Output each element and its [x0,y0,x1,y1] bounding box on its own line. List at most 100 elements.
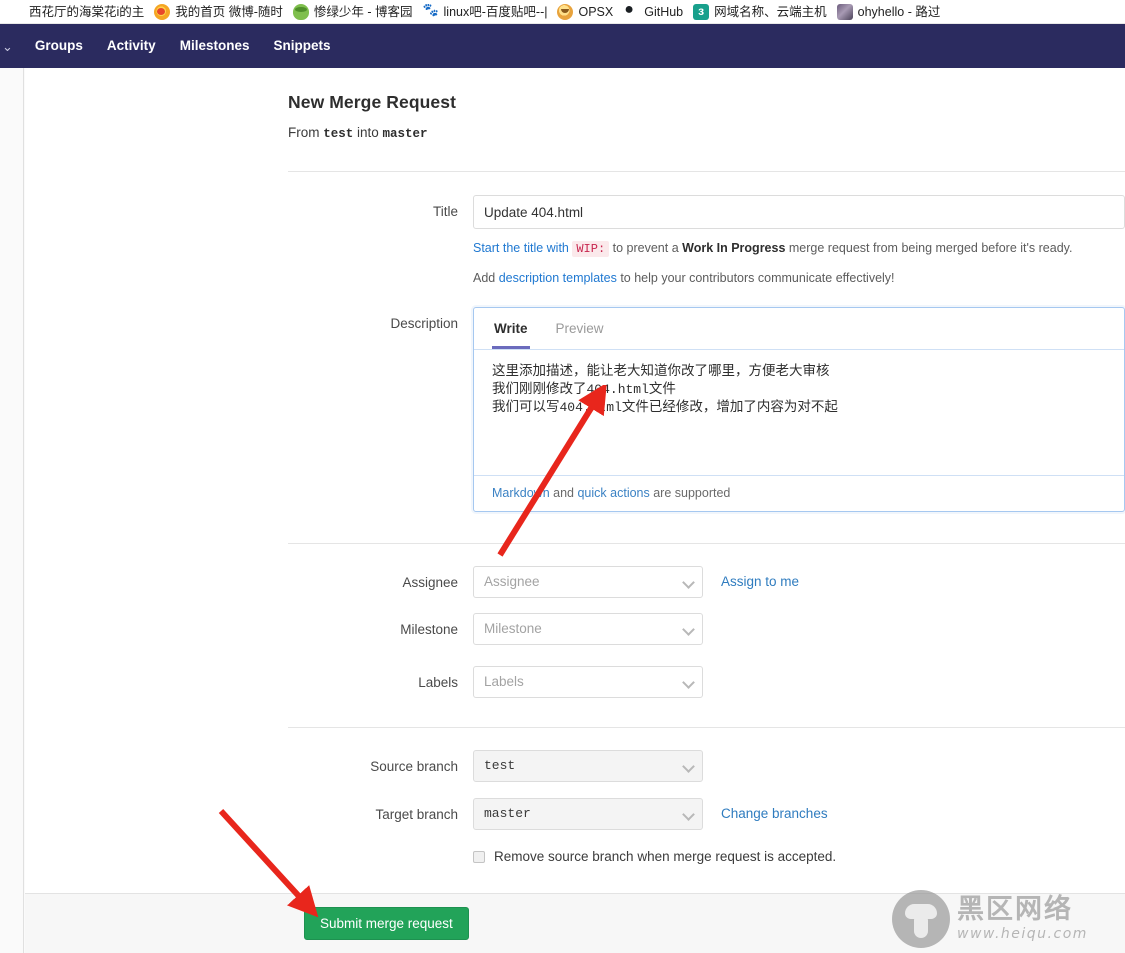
chevron-down-icon [684,678,693,687]
target-branch-row: Target branch master Change branches [288,798,1125,832]
assignee-select[interactable]: Assignee [473,566,703,598]
labels-select[interactable]: Labels [473,666,703,698]
labels-row: Labels Labels [288,666,1125,700]
bookmark-label: 我的首页 微博-随时 [175,4,283,19]
divider-2 [288,543,1125,544]
remove-source-branch-checkbox-row[interactable]: Remove source branch when merge request … [473,849,1125,864]
templates-hint-pre: Add [473,271,499,285]
tab-write[interactable]: Write [492,321,530,349]
merge-request-form: New Merge Request From test into master … [288,68,1125,864]
chevron-down-icon [684,578,693,587]
nav-item-snippets[interactable]: Snippets [261,24,342,68]
editor-tab-bar: Write Preview [474,308,1124,350]
teal-icon [693,3,710,20]
title-label: Title [432,204,458,219]
title-row: Title Start the title with WIP: to preve… [288,195,1125,287]
description-line-2: 我们刚刚修改了404.html文件 [492,380,1106,399]
tab-preview[interactable]: Preview [554,321,606,349]
source-branch-label: Source branch [370,759,458,774]
target-branch-name: master [382,127,428,141]
bookmark-item-6[interactable]: 网域名称、云端主机 [691,1,833,23]
baidu-icon [422,3,439,20]
milestone-body: Milestone [473,613,1125,645]
bookmark-item-1[interactable]: 我的首页 微博-随时 [152,1,289,23]
submit-merge-request-button[interactable]: Submit merge request [304,907,469,940]
change-branches-link[interactable]: Change branches [721,798,828,830]
editor-footer-hint: Markdown and quick actions are supported [474,475,1124,511]
title-hint-wip: Start the title with WIP: to prevent a W… [473,240,1125,258]
page-title: New Merge Request [288,92,456,112]
branch-summary-prefix: From [288,125,324,140]
desc-l3-code: 404.html [559,400,622,415]
branch-summary-middle: into [353,125,383,140]
chevron-down-icon [684,762,693,771]
description-row: Description Write Preview 这里添加描述，能让老大知道你… [288,307,1125,512]
source-branch-row: Source branch test [288,750,1125,784]
remove-source-branch-label: Remove source branch when merge request … [494,849,837,864]
milestone-select-value: Milestone [484,621,542,636]
desc-l2-code: 404.html [586,381,649,397]
milestone-label: Milestone [400,622,458,637]
milestone-select[interactable]: Milestone [473,613,703,645]
labels-select-value: Labels [484,674,524,689]
nav-item-activity[interactable]: Activity [95,24,168,68]
page-body: New Merge Request From test into master … [0,68,1125,953]
bookmark-label: ohyhello - 路过 [857,4,941,19]
description-label: Description [390,316,458,331]
milestone-row: Milestone Milestone [288,613,1125,647]
bookmark-label: 网域名称、云端主机 [714,4,827,19]
bookmark-item-5[interactable]: GitHub [621,1,689,23]
source-branch-select[interactable]: test [473,750,703,782]
remove-source-branch-checkbox[interactable] [473,850,485,863]
wip-hint-link[interactable]: Start the title with [473,241,569,255]
bookmark-label: OPSX [578,4,614,19]
description-templates-link[interactable]: description templates [499,271,617,285]
bookmark-item-7[interactable]: ohyhello - 路过 [835,1,947,23]
target-branch-value: master [484,806,531,821]
avatar-icon [836,3,853,20]
remove-branch-body: Remove source branch when merge request … [473,849,1125,864]
github-icon [623,3,640,20]
target-branch-label: Target branch [375,807,458,822]
frog-icon [292,3,309,20]
left-rail [0,68,24,953]
remove-branch-row: Remove source branch when merge request … [288,849,1125,864]
markdown-link[interactable]: Markdown [492,486,550,500]
target-branch-select[interactable]: master [473,798,703,830]
nav-item-groups[interactable]: Groups [23,24,95,68]
bookmark-item-2[interactable]: 惨绿少年 - 博客园 [291,1,419,23]
assign-to-me-link[interactable]: Assign to me [721,566,799,598]
branch-summary: From test into master [288,125,1125,141]
source-branch-value: test [484,758,516,773]
form-footer: Submit merge request [25,893,1125,953]
desc-l3-post: 文件已经修改，增加了内容为对不起 [621,399,838,414]
nav-item-milestones[interactable]: Milestones [168,24,262,68]
editor-footer-tail: are supported [649,486,731,500]
desc-l3-pre: 我们可以写 [492,399,560,414]
chevron-down-icon [684,625,693,634]
bookmark-bar: 西花厅的海棠花i的主 我的首页 微博-随时 惨绿少年 - 博客园 linux吧-… [0,0,1125,24]
description-line-3: 我们可以写404.html文件已经修改，增加了内容为对不起 [492,398,1106,417]
description-body: Write Preview 这里添加描述，能让老大知道你改了哪里，方便老大审核我… [473,307,1125,512]
main-content: New Merge Request From test into master … [25,68,1125,953]
browser-window: 西花厅的海棠花i的主 我的首页 微博-随时 惨绿少年 - 博客园 linux吧-… [0,0,1125,953]
chevron-down-icon[interactable]: ⌄ [0,40,23,53]
divider-1 [288,171,1125,172]
title-body: Start the title with WIP: to prevent a W… [473,195,1125,287]
bookmark-item-4[interactable]: OPSX [555,1,619,23]
opsx-icon [557,3,574,20]
description-textarea[interactable]: 这里添加描述，能让老大知道你改了哪里，方便老大审核 我们刚刚修改了404.html… [474,350,1124,475]
title-input[interactable] [473,195,1125,229]
title-hint-templates: Add description templates to help your c… [473,270,1125,287]
editor-footer-mid: and [549,486,578,500]
bookmark-label: 西花厅的海棠花i的主 [29,4,145,19]
divider-3 [288,727,1125,728]
chevron-down-icon [684,810,693,819]
desc-l2-post: 文件 [648,380,676,396]
bookmark-item-3[interactable]: linux吧-百度贴吧--| [421,1,554,23]
gitlab-top-navbar: ⌄ Groups Activity Milestones Snippets [0,24,1125,68]
bookmark-label: GitHub [644,4,684,19]
bookmark-item-0[interactable]: 西花厅的海棠花i的主 [6,1,150,23]
quick-actions-link[interactable]: quick actions [577,486,649,500]
assignee-select-value: Assignee [484,574,540,589]
